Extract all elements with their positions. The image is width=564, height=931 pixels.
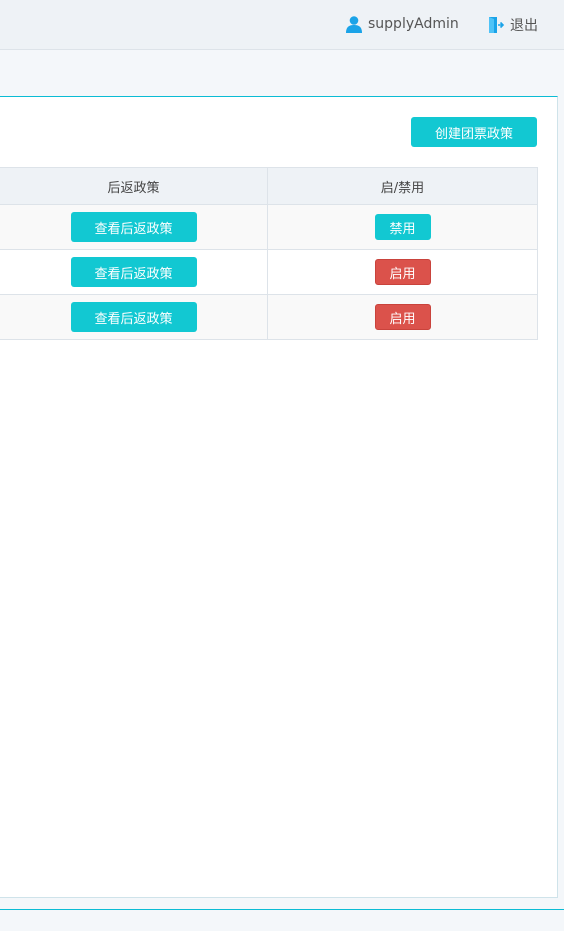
table-cell-view: 查看后返政策: [0, 204, 268, 250]
table-row: 查看后返政策 启用: [0, 294, 538, 340]
table-row: 查看后返政策 启用: [0, 249, 538, 295]
table-cell-view: 查看后返政策: [0, 249, 268, 295]
column-header-enable-disable: 启/禁用: [267, 167, 538, 205]
enable-button[interactable]: 启用: [374, 259, 431, 285]
table-header-row: 后返政策 启/禁用: [0, 167, 538, 205]
logout-icon: [487, 16, 505, 34]
table-row: 查看后返政策 禁用: [0, 204, 538, 250]
table-cell-toggle: 启用: [267, 249, 538, 295]
view-rebate-policy-button[interactable]: 查看后返政策: [70, 302, 197, 332]
create-group-ticket-policy-button[interactable]: 创建团票政策: [411, 117, 537, 147]
username-label: supplyAdmin: [368, 16, 459, 32]
policy-table: 后返政策 启/禁用 查看后返政策 禁用 查看后返政策 启用 查看后返政策 启用: [0, 167, 538, 340]
logout-button[interactable]: 退出: [487, 15, 538, 35]
logout-label: 退出: [510, 18, 538, 34]
disable-button[interactable]: 禁用: [374, 214, 431, 240]
user-menu[interactable]: supplyAdmin: [345, 15, 459, 33]
top-bar: supplyAdmin 退出: [0, 0, 564, 50]
table-cell-toggle: 禁用: [267, 204, 538, 250]
enable-button[interactable]: 启用: [374, 304, 431, 330]
column-header-rebate-policy: 后返政策: [0, 167, 268, 205]
footer-divider: [0, 909, 564, 910]
table-cell-view: 查看后返政策: [0, 294, 268, 340]
view-rebate-policy-button[interactable]: 查看后返政策: [70, 257, 197, 287]
user-icon: [345, 15, 363, 33]
view-rebate-policy-button[interactable]: 查看后返政策: [70, 212, 197, 242]
table-cell-toggle: 启用: [267, 294, 538, 340]
